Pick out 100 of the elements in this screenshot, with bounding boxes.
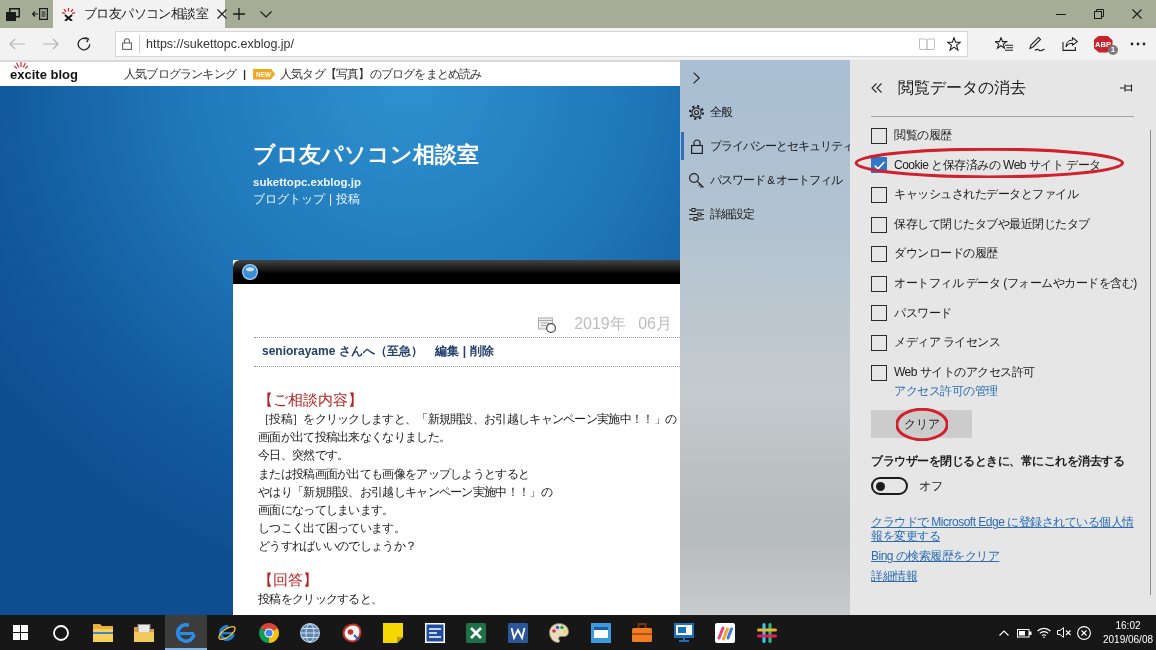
separator-text: | — [462, 344, 467, 360]
check-icon — [873, 160, 885, 170]
site-logo[interactable]: excite blog — [10, 68, 78, 82]
browser-tab[interactable]: ブロ友パソコン相談室 — [53, 0, 225, 28]
lock-icon[interactable] — [122, 38, 132, 50]
arrow-panel-icon[interactable] — [31, 8, 48, 20]
refresh-icon[interactable] — [77, 37, 91, 51]
checkbox[interactable] — [871, 246, 887, 263]
toolbox-icon — [632, 623, 653, 642]
calendar-clock-icon — [538, 316, 557, 333]
blog-nav-link[interactable]: ブログトップ — [253, 191, 325, 208]
blog-title[interactable]: ブロ友パソコン相談室 — [253, 142, 479, 168]
ranking-link[interactable]: 人気ブログランキング — [124, 66, 236, 82]
tile-icon — [424, 622, 445, 643]
toggle-switch[interactable] — [871, 477, 908, 496]
wifi-icon[interactable] — [1037, 627, 1051, 638]
option-label: Cookie と保存済みの Web サイト データ — [894, 157, 1101, 174]
option-label: メディア ライセンス — [894, 335, 1001, 351]
separator-text: | — [243, 66, 247, 82]
double-chevron-left-icon[interactable] — [871, 83, 882, 93]
palette-icon — [549, 622, 570, 643]
option-label: 保存して閉じたタブや最近閉じたタブ — [894, 216, 1090, 233]
post-title: seniorayame さんへ（至急） — [262, 344, 423, 360]
post-text-line: しつこく出て困っています。 — [258, 520, 405, 538]
blog-nav-link[interactable]: 投稿 — [336, 191, 361, 208]
post-text-line: 今日、突然です。 — [258, 447, 349, 465]
separator-text: | — [329, 191, 333, 208]
toggle-label: オフ — [919, 478, 943, 495]
option-label: パスワード — [894, 305, 952, 322]
restore-icon[interactable] — [1094, 9, 1104, 19]
minimize-icon[interactable] — [1056, 13, 1066, 15]
post-text-line: 画面になってしまいます。 — [258, 502, 394, 519]
pen-icon[interactable] — [1028, 36, 1045, 52]
post-text-line: 画面が出て投稿出来なくなりました。 — [258, 429, 451, 447]
checkbox[interactable] — [871, 275, 887, 292]
checkbox[interactable] — [871, 127, 887, 144]
folder-icon — [92, 623, 113, 642]
help-link[interactable]: クラウドで Microsoft Edge に登録されている個人情報を変更する — [871, 515, 1134, 544]
section-heading: 【回答】 — [258, 570, 318, 590]
sticky-note-icon — [383, 622, 404, 643]
lock-icon — [690, 138, 703, 154]
post-date: 2019年 06月 — [574, 314, 672, 335]
checkbox[interactable] — [871, 187, 887, 203]
star-list-icon[interactable] — [994, 37, 1013, 51]
setting-label: ブラウザーを閉じるときに、常にこれを消去する — [871, 453, 1124, 471]
close-icon[interactable] — [1132, 9, 1142, 19]
share-icon[interactable] — [1061, 37, 1078, 51]
address-field[interactable]: https://sukettopc.exblog.jp/ — [115, 31, 968, 57]
option-label: 閲覧の履歴 — [894, 128, 952, 144]
plus-icon[interactable] — [232, 8, 245, 20]
blog-url: sukettopc.exblog.jp — [253, 175, 361, 190]
checkbox[interactable] — [871, 334, 887, 351]
help-link[interactable]: 詳細情報 — [871, 569, 917, 584]
chevron-right-icon[interactable] — [693, 71, 700, 84]
close-icon[interactable] — [217, 9, 227, 19]
more-icon[interactable] — [1130, 42, 1146, 46]
circle-x-icon[interactable] — [1077, 625, 1091, 640]
battery-icon[interactable] — [1016, 627, 1032, 638]
clear-button[interactable]: クリア — [871, 410, 972, 439]
option-label: ダウンロードの履歴 — [894, 246, 998, 262]
globe-icon — [300, 622, 321, 643]
chevron-up-icon[interactable] — [999, 629, 1009, 636]
help-link[interactable]: Bing の検索履歴をクリア — [871, 549, 1000, 564]
post-action-link[interactable]: 編集 — [434, 344, 459, 360]
star-icon[interactable] — [947, 37, 961, 51]
picture-folder-icon — [134, 623, 155, 642]
start-icon[interactable] — [12, 625, 28, 640]
key-icon — [689, 172, 704, 188]
ball-icon — [242, 264, 258, 280]
tag-link[interactable]: 人気タグ【写真】のブログをまとめ読み — [280, 66, 482, 82]
option-label: オートフィル データ (フォームやカードを含む) — [894, 275, 1137, 292]
hash-icon — [756, 622, 777, 643]
post-text-line: 投稿をクリックすると、 — [258, 590, 383, 608]
panel-title: 閲覧データの消去 — [898, 77, 1026, 98]
chevron-down-icon[interactable] — [259, 10, 272, 18]
x-tile-icon — [466, 622, 487, 643]
scrollbar[interactable] — [1150, 130, 1151, 595]
ring-icon[interactable] — [53, 624, 69, 641]
manage-permissions-link[interactable]: アクセス許可の管理 — [894, 383, 998, 400]
pin-icon[interactable] — [1120, 83, 1134, 93]
count-badge: 1 — [1108, 45, 1118, 55]
option-label: Web サイトのアクセス許可 — [894, 364, 1035, 381]
rays-icon — [14, 62, 28, 69]
checkbox[interactable] — [871, 364, 887, 381]
settings-nav-item[interactable]: 全般 — [680, 95, 850, 129]
clock-time[interactable]: 16:02 — [1115, 618, 1141, 633]
speaker-muted-icon[interactable] — [1056, 627, 1072, 638]
settings-nav-item[interactable]: パスワード & オートフィル — [680, 163, 850, 197]
section-heading: 【ご相談内容】 — [258, 391, 363, 410]
settings-nav-item[interactable]: 詳細設定 — [680, 197, 850, 231]
segmented-circle-icon — [258, 622, 279, 643]
monitor-icon — [673, 623, 694, 642]
paint-splash-icon — [341, 622, 362, 643]
e-orbit-icon — [217, 622, 238, 643]
window-tile-icon — [590, 622, 611, 643]
post-action-link[interactable]: 削除 — [470, 344, 495, 360]
checkbox[interactable] — [871, 216, 887, 233]
checkbox[interactable] — [871, 305, 887, 322]
clock-date[interactable]: 2019/06/08 — [1102, 632, 1154, 647]
stacked-windows-icon[interactable] — [6, 7, 20, 21]
